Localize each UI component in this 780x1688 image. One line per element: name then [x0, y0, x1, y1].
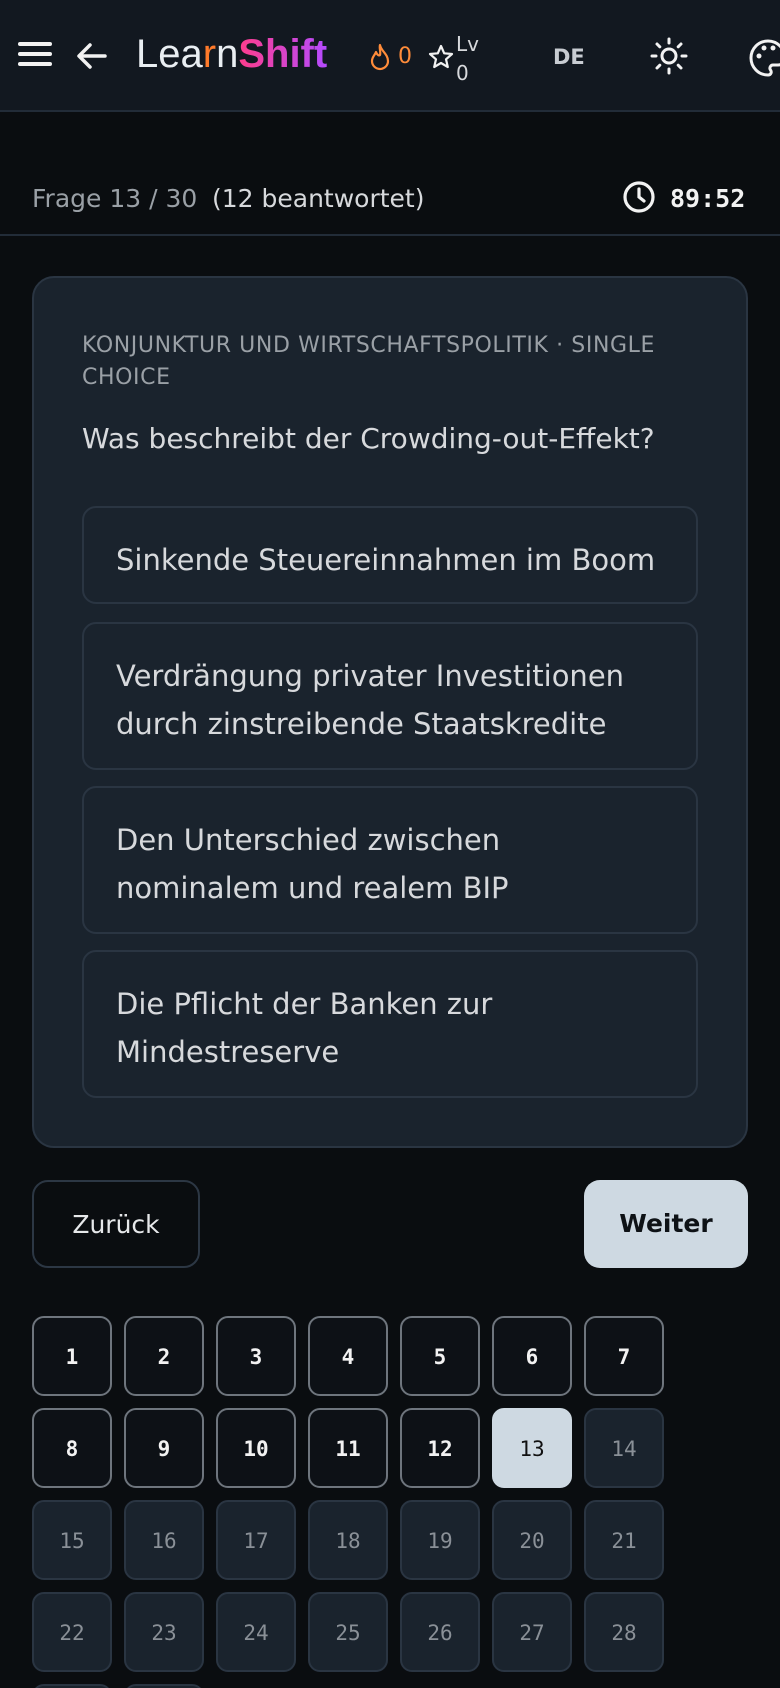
question-nav-cell[interactable]: 5: [400, 1316, 480, 1396]
flame-icon: [368, 43, 392, 71]
app-logo[interactable]: LearnShift: [136, 32, 327, 77]
star-icon: [428, 44, 454, 70]
question-nav-cell[interactable]: 7: [584, 1316, 664, 1396]
question-nav-cell[interactable]: 26: [400, 1592, 480, 1672]
top-bar: LearnShift 0 Lv 0 DE: [0, 0, 780, 112]
question-nav-cell[interactable]: 30: [124, 1684, 204, 1688]
question-nav-cell[interactable]: 19: [400, 1500, 480, 1580]
sun-icon[interactable]: [649, 36, 689, 76]
question-nav-cell[interactable]: 25: [308, 1592, 388, 1672]
answer-option-2[interactable]: Verdrängung privater Investitionen durch…: [82, 622, 698, 770]
streak-count: 0: [398, 44, 412, 69]
question-nav-cell[interactable]: 16: [124, 1500, 204, 1580]
question-nav-cell[interactable]: 20: [492, 1500, 572, 1580]
question-nav-cell[interactable]: 17: [216, 1500, 296, 1580]
question-nav-cell[interactable]: 10: [216, 1408, 296, 1488]
answer-option-1[interactable]: Sinkende Steuereinnahmen im Boom: [82, 506, 698, 604]
question-nav-cell[interactable]: 27: [492, 1592, 572, 1672]
answer-option-4[interactable]: Die Pflicht der Banken zur Mindestreserv…: [82, 950, 698, 1098]
question-nav-cell[interactable]: 2: [124, 1316, 204, 1396]
back-button[interactable]: Zurück: [32, 1180, 200, 1268]
question-nav-cell[interactable]: 14: [584, 1408, 664, 1488]
question-counter: Frage 13 / 30: [32, 184, 198, 213]
level-value: 0: [456, 61, 469, 85]
hamburger-menu-icon[interactable]: [18, 40, 54, 70]
question-nav-cell[interactable]: 6: [492, 1316, 572, 1396]
clock-icon: [622, 180, 656, 214]
level-indicator: Lv 0: [456, 30, 479, 88]
language-switch[interactable]: DE: [553, 45, 585, 69]
question-card: KONJUNKTUR UND WIRTSCHAFTSPOLITIK · SING…: [32, 276, 748, 1148]
level-label: Lv: [456, 32, 479, 56]
back-arrow-icon[interactable]: [72, 36, 112, 76]
question-nav-cell[interactable]: 23: [124, 1592, 204, 1672]
question-nav-cell[interactable]: 4: [308, 1316, 388, 1396]
question-text: Was beschreibt der Crowding-out-Effekt?: [82, 422, 655, 455]
question-nav-cell[interactable]: 18: [308, 1500, 388, 1580]
question-nav-cell[interactable]: 24: [216, 1592, 296, 1672]
answered-count: (12 beantwortet): [212, 184, 425, 213]
question-nav-cell[interactable]: 13: [492, 1408, 572, 1488]
question-nav-cell[interactable]: 3: [216, 1316, 296, 1396]
question-nav-cell[interactable]: 9: [124, 1408, 204, 1488]
palette-icon[interactable]: [748, 38, 780, 78]
question-nav-cell[interactable]: 12: [400, 1408, 480, 1488]
question-nav-cell[interactable]: 22: [32, 1592, 112, 1672]
question-nav-cell[interactable]: 28: [584, 1592, 664, 1672]
question-nav-cell[interactable]: 21: [584, 1500, 664, 1580]
next-button[interactable]: Weiter: [584, 1180, 748, 1268]
question-category: KONJUNKTUR UND WIRTSCHAFTSPOLITIK · SING…: [82, 333, 656, 390]
quiz-progress-bar: Frage 13 / 30 (12 beantwortet) 89:52: [0, 176, 780, 236]
question-nav-cell[interactable]: 15: [32, 1500, 112, 1580]
question-nav-cell[interactable]: 8: [32, 1408, 112, 1488]
countdown-timer: 89:52: [670, 184, 746, 213]
answer-option-3[interactable]: Den Unterschied zwischen nominalem und r…: [82, 786, 698, 934]
question-nav-cell[interactable]: 11: [308, 1408, 388, 1488]
question-nav-cell[interactable]: 29: [32, 1684, 112, 1688]
question-nav-cell[interactable]: 1: [32, 1316, 112, 1396]
